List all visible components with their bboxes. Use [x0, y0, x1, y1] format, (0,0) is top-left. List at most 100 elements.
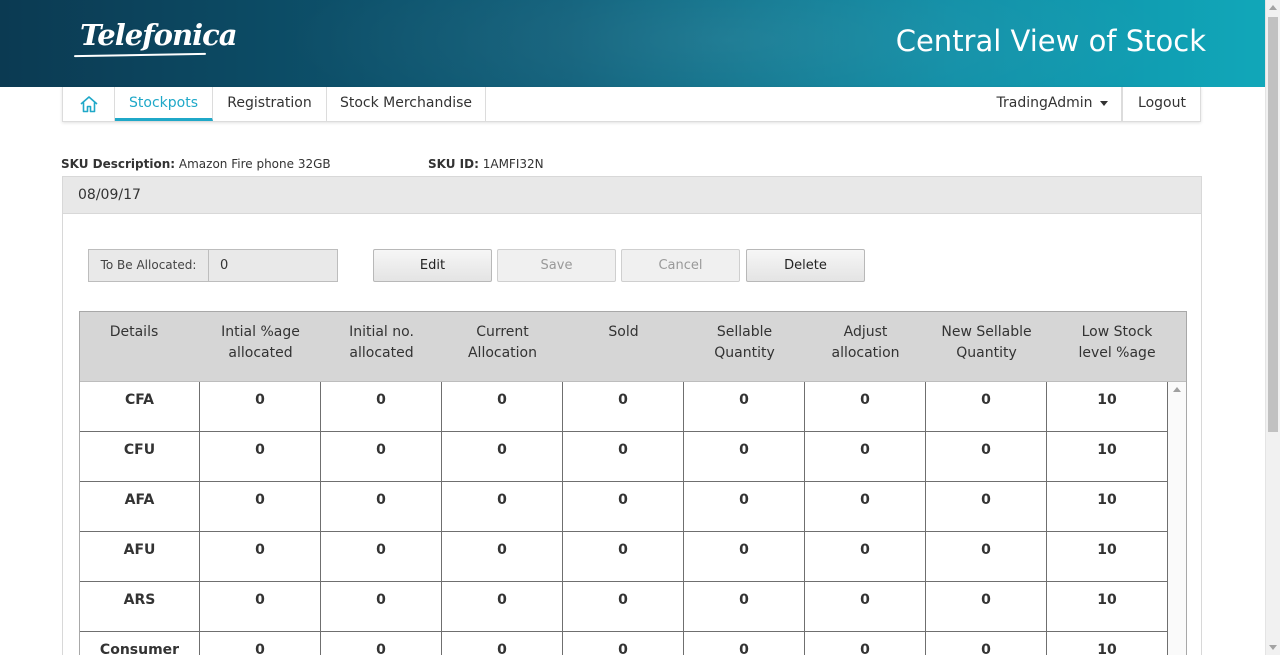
table-cell: 10 [1047, 432, 1168, 482]
page-scrollbar[interactable] [1265, 0, 1280, 655]
nav-home[interactable] [63, 87, 115, 121]
column-header: Initial no. allocated [321, 322, 442, 364]
table-cell: 0 [563, 582, 684, 632]
column-header: Adjust allocation [805, 322, 926, 364]
scrollbar-thumb[interactable] [1268, 17, 1278, 432]
telefonica-logo[interactable]: Telefonica [80, 18, 238, 52]
save-button[interactable]: Save [497, 249, 616, 282]
user-name: TradingAdmin [996, 95, 1093, 111]
table-cell: 0 [321, 632, 442, 655]
table-cell: 0 [200, 482, 321, 532]
delete-button[interactable]: Delete [746, 249, 865, 282]
column-header: Sellable Quantity [684, 322, 805, 364]
to-be-allocated-field: To Be Allocated: 0 [88, 249, 338, 282]
table-row[interactable]: AFU 0 0 0 0 0 0 0 10 [80, 532, 1168, 582]
table-row[interactable]: CFU 0 0 0 0 0 0 0 10 [80, 432, 1168, 482]
logout-link[interactable]: Logout [1122, 87, 1201, 121]
column-header-line: Quantity [956, 345, 1017, 361]
sku-id-label: SKU ID: [428, 157, 479, 171]
column-header: Intial %age allocated [200, 322, 321, 364]
table-cell: 0 [200, 532, 321, 582]
table-cell: 0 [442, 382, 563, 432]
column-header-line: allocated [349, 345, 414, 361]
table-cell: 0 [684, 382, 805, 432]
table-cell: 10 [1047, 482, 1168, 532]
table-header: Details Intial %age allocated Initial no. al… [80, 312, 1186, 382]
table-cell: 0 [805, 382, 926, 432]
table-row[interactable]: ARS 0 0 0 0 0 0 0 10 [80, 582, 1168, 632]
scroll-down-arrow-icon[interactable] [1269, 645, 1277, 650]
app-header: Telefonica Central View of Stock [0, 0, 1265, 87]
table-scroll-up-icon[interactable] [1173, 387, 1181, 392]
to-be-allocated-value: 0 [220, 258, 229, 273]
column-header-line: allocated [228, 345, 293, 361]
column-header-line: Sellable [716, 324, 773, 340]
tab-stock-merchandise[interactable]: Stock Merchandise [327, 87, 486, 121]
table-cell: 0 [684, 432, 805, 482]
table-cell: 0 [442, 632, 563, 655]
to-be-allocated-label: To Be Allocated: [89, 250, 209, 281]
sku-description: SKU Description: Amazon Fire phone 32GB [61, 157, 331, 171]
table-row[interactable]: CFA 0 0 0 0 0 0 0 10 [80, 382, 1168, 432]
row-detail-cell: CFA [80, 382, 200, 432]
table-cell: 0 [563, 532, 684, 582]
table-row[interactable]: Consumer 0 0 0 0 0 0 0 10 [80, 632, 1168, 655]
table-cell: 10 [1047, 382, 1168, 432]
table-cell: 0 [442, 432, 563, 482]
table-cell: 10 [1047, 582, 1168, 632]
tab-registration[interactable]: Registration [213, 87, 327, 121]
table-cell: 0 [684, 632, 805, 655]
user-menu[interactable]: TradingAdmin [984, 87, 1122, 121]
table-cell: 0 [442, 582, 563, 632]
column-header: Current Allocation [442, 322, 563, 364]
table-cell: 0 [805, 432, 926, 482]
column-header: Details [80, 322, 194, 343]
table-cell: 0 [926, 432, 1047, 482]
column-header-line: allocation [831, 345, 900, 361]
table-cell: 0 [926, 582, 1047, 632]
table-cell: 0 [684, 582, 805, 632]
table-cell: 0 [321, 432, 442, 482]
table-cell: 0 [321, 482, 442, 532]
column-header: Sold [563, 322, 684, 343]
table-cell: 0 [926, 382, 1047, 432]
table-cell: 0 [200, 582, 321, 632]
column-header-line: Quantity [714, 345, 775, 361]
table-cell: 10 [1047, 632, 1168, 655]
cancel-button[interactable]: Cancel [621, 249, 740, 282]
column-header-line: Current [476, 324, 529, 340]
panel-date: 08/09/17 [63, 177, 1201, 214]
row-detail-cell: CFU [80, 432, 200, 482]
column-header-line: Initial no. [349, 324, 414, 340]
column-header-line: level %age [1078, 345, 1156, 361]
column-header-line: Sold [608, 324, 639, 340]
sku-id-value: 1AMFI32N [482, 157, 544, 171]
table-cell: 0 [321, 532, 442, 582]
chevron-down-icon [1100, 100, 1109, 106]
table-cell: 0 [442, 482, 563, 532]
table-cell: 0 [805, 532, 926, 582]
table-cell: 0 [200, 382, 321, 432]
column-header-line: Allocation [467, 345, 537, 361]
app-title: Central View of Stock [895, 24, 1206, 58]
table-cell: 0 [684, 482, 805, 532]
table-cell: 0 [442, 532, 563, 582]
table-cell: 0 [926, 532, 1047, 582]
table-cell: 0 [926, 482, 1047, 532]
edit-button[interactable]: Edit [373, 249, 492, 282]
allocation-table: Details Intial %age allocated Initial no. al… [79, 311, 1187, 655]
table-cell: 0 [563, 632, 684, 655]
tab-stockpots[interactable]: Stockpots [115, 87, 213, 121]
table-cell: 0 [200, 632, 321, 655]
table-cell: 0 [805, 582, 926, 632]
row-detail-cell: AFU [80, 532, 200, 582]
table-row[interactable]: AFA 0 0 0 0 0 0 0 10 [80, 482, 1168, 532]
table-scrollbar[interactable] [1168, 382, 1186, 655]
row-detail-cell: Consumer [80, 632, 200, 655]
logo-underline [73, 52, 207, 58]
column-header-line: Intial %age [221, 324, 300, 340]
main-nav: Stockpots Registration Stock Merchandise… [62, 87, 1201, 122]
column-header-line: Details [109, 324, 159, 340]
scroll-up-arrow-icon[interactable] [1269, 5, 1277, 10]
sku-description-value: Amazon Fire phone 32GB [178, 157, 331, 171]
